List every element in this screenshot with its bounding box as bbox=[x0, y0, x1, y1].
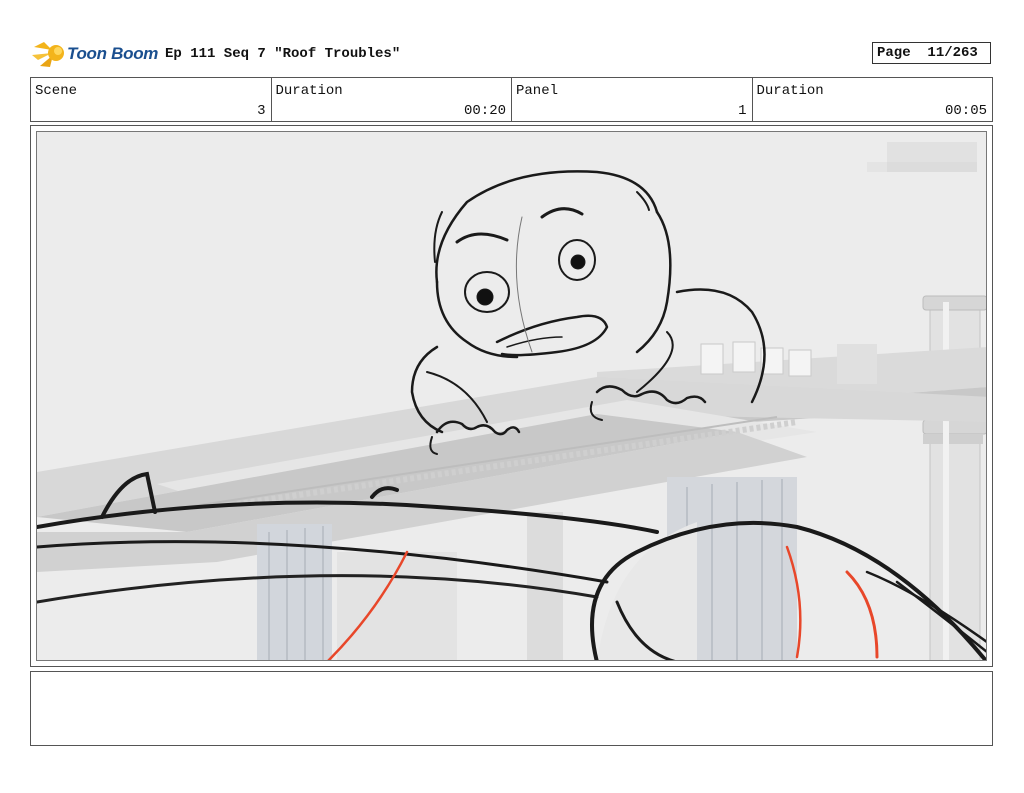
scene-cell: Scene 3 bbox=[31, 78, 272, 121]
panel-duration-cell: Duration 00:05 bbox=[753, 78, 993, 121]
scene-duration-cell: Duration 00:20 bbox=[272, 78, 512, 121]
scene-value: 3 bbox=[257, 103, 266, 119]
toon-boom-star-icon bbox=[32, 42, 64, 67]
logo-text: Toon Boom bbox=[67, 44, 159, 63]
panel-duration-value: 00:05 bbox=[944, 103, 987, 119]
page-number: 11/263 bbox=[927, 45, 978, 61]
scene-duration-label: Duration bbox=[275, 83, 343, 99]
panel-label: Panel bbox=[516, 83, 559, 99]
panel-value: 1 bbox=[738, 103, 747, 119]
scene-label: Scene bbox=[35, 83, 78, 99]
storyboard-panel bbox=[30, 125, 993, 667]
panel-duration-label: Duration bbox=[756, 83, 824, 99]
info-row: Scene 3 Duration 00:20 Panel 1 Duration … bbox=[30, 77, 993, 122]
scene-duration-value: 00:20 bbox=[463, 103, 506, 119]
panel-cell: Panel 1 bbox=[512, 78, 753, 121]
episode-title: Ep 111 Seq 7 "Roof Troubles" bbox=[165, 46, 401, 62]
panel-image bbox=[36, 131, 987, 661]
toon-boom-logo: Toon Boom bbox=[32, 38, 164, 70]
page-header: Toon Boom Ep 111 Seq 7 "Roof Troubles" P… bbox=[30, 38, 993, 70]
storyboard-sketch bbox=[37, 132, 986, 660]
notes-box bbox=[30, 671, 993, 746]
page-label: Page bbox=[877, 45, 911, 61]
page-indicator: Page 11/263 bbox=[872, 42, 991, 64]
